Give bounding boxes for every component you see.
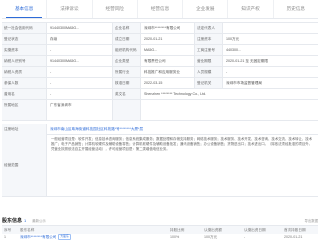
label: 登记状态 — [2, 34, 46, 44]
value: 科技推广和应用服务业 — [140, 67, 194, 77]
label: 纳税人资质 — [2, 67, 46, 77]
value: 100万元 — [222, 34, 318, 44]
label: 登记机关 — [194, 78, 222, 88]
label: 所属行业 — [112, 67, 140, 77]
shareholder-section-header: 股东信息 1 最新公示 导出数据 — [2, 216, 318, 225]
tab-divider — [2, 18, 318, 19]
info-row: 登记状态 存续 成立日期 2020-01-21 注册资本 100万元 — [2, 34, 318, 45]
label — [112, 100, 140, 120]
value: 440300... — [222, 45, 318, 55]
info-row: 曾用名 - 英文名 Shenzhen ******** Technology C… — [2, 89, 318, 100]
label: 企业名称 — [112, 23, 140, 33]
label: 纳税人识别号 — [2, 56, 46, 66]
tab-history[interactable]: 历史信息 — [272, 0, 318, 18]
label: 人员规模 — [194, 67, 222, 77]
label: 实缴资本 — [2, 45, 46, 55]
value: 91440300MA5G... — [46, 23, 112, 33]
label: 英文名 — [112, 89, 140, 99]
business-scope-text: 一般经营项目是：软件开发；信息技术咨询服务；信息系统集成服务；数据处理和存储支持… — [46, 134, 318, 196]
tab-development[interactable]: 企业发展 — [182, 0, 227, 18]
label: 曾用名 — [2, 89, 46, 99]
label: 工商注册号 — [194, 45, 222, 55]
section-count: 1 — [24, 218, 27, 223]
value: - — [46, 78, 112, 88]
label: 统一社会信用代码 — [2, 23, 46, 33]
tab-basic-info[interactable]: 基本信息 — [2, 0, 46, 18]
value — [222, 23, 318, 33]
business-scope-row: 经营范围 一般经营项目是：软件开发；信息技术咨询服务；信息系统集成服务；数据处理… — [2, 134, 318, 197]
label: 成立日期 — [112, 34, 140, 44]
value: 有限责任公司 — [140, 56, 194, 66]
value: 91440300MA5G... — [46, 56, 112, 66]
value: 2022-03-15 — [140, 78, 194, 88]
tab-label: 知识产权 — [241, 6, 260, 11]
info-row: 统一社会信用代码 91440300MA5G... 企业名称 深圳市*******… — [2, 23, 318, 34]
label: 所属地区 — [2, 100, 46, 120]
value: - — [46, 45, 112, 55]
info-row: 实缴资本 - 组织机构代码 MA5G... 工商注册号 440300... — [2, 45, 318, 56]
section-title: 股东信息 — [2, 218, 23, 224]
value: - — [46, 67, 112, 77]
value — [140, 100, 318, 120]
tab-label: 历史信息 — [286, 6, 306, 11]
address-value[interactable]: 深圳市南山区粤海街道科技园社区科苑路*号********大厦*层 — [46, 124, 318, 134]
label: 注册资本 — [194, 34, 222, 44]
label: 企业类型 — [112, 56, 140, 66]
info-row: 纳税人资质 - 所属行业 科技推广和应用服务业 人员规模 - — [2, 67, 318, 78]
value: MA5G... — [140, 45, 194, 55]
tab-label: 基本信息 — [14, 6, 34, 11]
value: 广东省深圳市 — [46, 100, 112, 120]
tab-label: 经营风险 — [105, 6, 124, 11]
business-scope-label: 经营范围 — [2, 134, 46, 196]
info-row: 参保人数 - 核准日期 2022-03-15 登记机关 深圳市市场监督管理局 — [2, 78, 318, 89]
value: 深圳市********有限公司 — [140, 23, 194, 33]
value: Shenzhen ******** Technology Co., Ltd. — [140, 89, 318, 99]
tab-label: 经营信息 — [150, 6, 170, 11]
label: 营业期限 — [194, 56, 222, 66]
business-info-grid: 统一社会信用代码 91440300MA5G... 企业名称 深圳市*******… — [2, 22, 318, 121]
tab-label: 法律诉讼 — [60, 6, 79, 11]
tab-legal[interactable]: 法律诉讼 — [46, 0, 91, 18]
value: - — [222, 67, 318, 77]
latest-disclosure-link[interactable]: 最新公示 — [32, 218, 46, 223]
tab-label: 企业发展 — [196, 6, 215, 11]
info-row: 纳税人识别号 91440300MA5G... 企业类型 有限责任公司 营业期限 … — [2, 56, 318, 67]
address-label: 注册地址 — [2, 124, 46, 134]
label: 参保人数 — [2, 78, 46, 88]
value: - — [46, 89, 112, 99]
tab-operation[interactable]: 经营信息 — [136, 0, 182, 18]
value: 存续 — [46, 34, 112, 44]
major-shareholder-badge: 大股东 — [58, 234, 71, 240]
shareholder-name-link[interactable]: 深圳市********有限公司 — [20, 235, 56, 239]
value: 2020-01-21 — [140, 34, 194, 44]
label: 法定代表人 — [194, 23, 222, 33]
value: 2020-01-21 至 无固定期限 — [222, 56, 318, 66]
tab-ip[interactable]: 知识产权 — [227, 0, 272, 18]
tab-risk[interactable]: 经营风险 — [91, 0, 137, 18]
top-tab-bar: 基本信息 法律诉讼 经营风险 经营信息 企业发展 知识产权 历史信息 — [2, 0, 318, 18]
value: 深圳市市场监督管理局 — [222, 78, 318, 88]
export-button[interactable]: 导出数据 — [304, 218, 318, 223]
label: 核准日期 — [112, 78, 140, 88]
label: 组织机构代码 — [112, 45, 140, 55]
info-row-tall: 所属地区 广东省深圳市 — [2, 100, 318, 121]
